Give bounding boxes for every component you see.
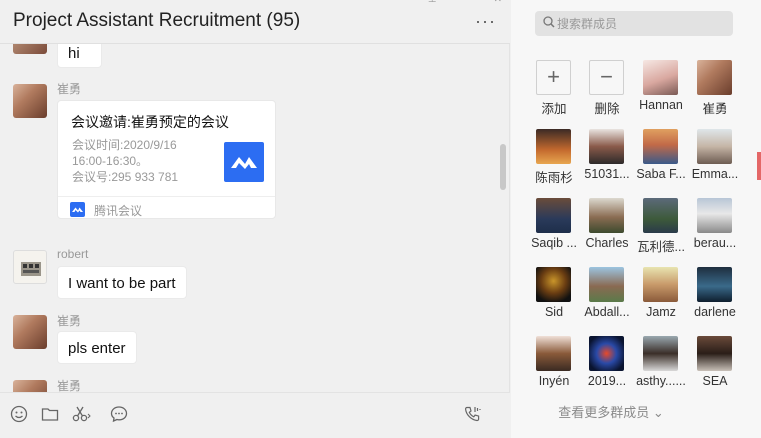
member-item[interactable]: 陈雨杉 <box>527 129 581 191</box>
member-item[interactable]: Saba F... <box>634 129 688 191</box>
member-item[interactable]: Charles <box>580 198 634 260</box>
member-name: 51031... <box>584 167 630 181</box>
member-item[interactable]: Sid <box>527 267 581 329</box>
avatar <box>536 129 571 164</box>
member-item[interactable]: Saqib ... <box>527 198 581 260</box>
sender-name: 崔勇 <box>57 314 82 328</box>
edge-marker <box>757 152 761 180</box>
avatar[interactable] <box>13 84 47 118</box>
member-item[interactable]: asthy...... <box>634 336 688 398</box>
scissors-icon[interactable] <box>72 405 92 425</box>
voice-call-icon[interactable] <box>463 405 483 425</box>
emoji-icon[interactable] <box>9 405 29 425</box>
chat-bubble-icon[interactable] <box>109 405 129 425</box>
card-title: 会议邀请:崔勇预定的会议 <box>71 114 229 130</box>
folder-icon[interactable] <box>40 405 60 425</box>
message-bubble: hi <box>57 44 102 68</box>
more-options-button[interactable]: ··· <box>475 12 496 30</box>
member-name: SEA <box>702 374 728 388</box>
message-bubble: pls enter <box>57 331 137 364</box>
avatar <box>589 267 624 302</box>
meeting-invite-card[interactable]: 会议邀请:崔勇预定的会议 会议时间:2020/9/16 16:00-16:30。… <box>57 100 276 219</box>
member-item[interactable]: Emma... <box>688 129 742 191</box>
member-name: Emma... <box>691 167 739 181</box>
card-footer: 腾讯会议 <box>58 196 275 220</box>
avatar <box>643 129 678 164</box>
plus-icon: + <box>536 60 571 95</box>
avatar <box>697 267 732 302</box>
message-bubble: I want to be part <box>57 266 187 299</box>
avatar[interactable] <box>13 380 47 392</box>
member-name: Charles <box>585 236 629 250</box>
sender-name: 崔勇 <box>57 82 82 96</box>
member-name: darlene <box>694 305 736 319</box>
chat-title: Project Assistant Recruitment (95) <box>13 10 301 31</box>
pin-icon[interactable]: ⊥ <box>428 0 437 5</box>
remove-label: 删除 <box>594 102 620 116</box>
member-item[interactable]: 崔勇 <box>688 60 742 122</box>
members-panel: + 添加 − 删除 Hannan 崔勇 陈雨杉 51031... Saba F.… <box>511 0 761 438</box>
minus-icon: − <box>589 60 624 95</box>
member-item[interactable]: 瓦利德... <box>634 198 688 260</box>
avatar[interactable] <box>13 250 47 284</box>
member-name: Abdall... <box>584 305 630 319</box>
member-name: asthy...... <box>636 374 686 388</box>
card-app-name: 腾讯会议 <box>94 204 143 218</box>
card-time-range: 16:00-16:30。 <box>72 154 149 168</box>
window-controls: ⊥ ▫ ✕ <box>404 0 502 5</box>
member-search[interactable] <box>535 11 733 36</box>
member-name: 崔勇 <box>702 102 728 116</box>
add-member-button[interactable]: + 添加 <box>527 60 581 122</box>
member-item[interactable]: Jamz <box>634 267 688 329</box>
avatar[interactable] <box>13 315 47 349</box>
member-name: Jamz <box>646 305 676 319</box>
search-input[interactable] <box>557 11 727 36</box>
avatar <box>643 336 678 371</box>
card-time-label: 会议时间:2020/9/16 <box>72 138 177 152</box>
avatar <box>697 198 732 233</box>
member-item[interactable]: Inyén <box>527 336 581 398</box>
member-name: 瓦利德... <box>637 240 685 254</box>
avatar <box>697 129 732 164</box>
member-name: Saba F... <box>636 167 686 181</box>
member-name: 2019... <box>587 374 627 388</box>
card-meeting-id: 会议号:295 933 781 <box>72 170 179 184</box>
member-item[interactable]: 2019... <box>580 336 634 398</box>
avatar[interactable] <box>13 44 47 54</box>
member-item[interactable]: Abdall... <box>580 267 634 329</box>
member-item[interactable]: Hannan <box>634 60 688 122</box>
avatar <box>589 129 624 164</box>
input-toolbar <box>0 392 510 438</box>
remove-member-button[interactable]: − 删除 <box>580 60 634 122</box>
sender-name: robert <box>57 247 89 261</box>
avatar <box>536 198 571 233</box>
close-icon[interactable]: ✕ <box>494 0 502 5</box>
avatar <box>643 198 678 233</box>
avatar <box>697 60 732 95</box>
member-item[interactable]: darlene <box>688 267 742 329</box>
avatar <box>536 336 571 371</box>
view-more-members-link[interactable]: 查看更多群成员 ⌄ <box>511 402 711 421</box>
avatar <box>589 198 624 233</box>
avatar <box>643 60 678 95</box>
search-icon <box>543 15 555 32</box>
maximize-icon[interactable]: ▫ <box>463 0 467 5</box>
avatar <box>536 267 571 302</box>
message-list[interactable]: hi 崔勇 会议邀请:崔勇预定的会议 会议时间:2020/9/16 16:00-… <box>0 44 510 392</box>
member-item[interactable]: 51031... <box>580 129 634 191</box>
member-name: berau... <box>693 236 737 250</box>
wechat-group-window: Project Assistant Recruitment (95) ⊥ ▫ ✕… <box>0 0 761 438</box>
avatar <box>697 336 732 371</box>
member-item[interactable]: SEA <box>688 336 742 398</box>
sender-name: 崔勇 <box>57 379 82 392</box>
tencent-meeting-logo-icon <box>224 142 264 182</box>
tencent-meeting-small-icon <box>70 202 85 217</box>
chat-area: Project Assistant Recruitment (95) ⊥ ▫ ✕… <box>0 0 510 438</box>
chat-scrollbar[interactable] <box>500 144 506 190</box>
avatar <box>589 336 624 371</box>
member-name: Hannan <box>639 98 683 112</box>
avatar <box>643 267 678 302</box>
member-item[interactable]: berau... <box>688 198 742 260</box>
chat-header: Project Assistant Recruitment (95) ⊥ ▫ ✕… <box>0 0 510 44</box>
